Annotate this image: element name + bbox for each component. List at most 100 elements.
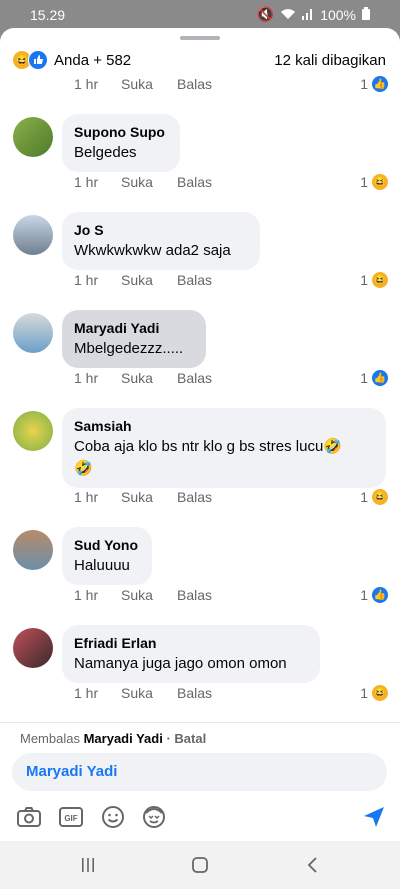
- status-icons: 🔇 100%: [257, 6, 370, 23]
- reaction-count: 1: [360, 174, 368, 190]
- back-icon[interactable]: [297, 853, 327, 877]
- comment-time: 1 hr: [74, 370, 99, 386]
- reaction-count: 1: [360, 587, 368, 603]
- avatar[interactable]: [13, 117, 53, 157]
- avatar[interactable]: [13, 628, 53, 668]
- comment-actions: 1 hr Suka Balas: [74, 370, 212, 386]
- composer-toolbar: GIF: [0, 799, 400, 839]
- commenter-name[interactable]: Sud Yono: [74, 535, 140, 555]
- gif-icon[interactable]: GIF: [57, 803, 85, 831]
- shares-count[interactable]: 12 kali dibagikan: [274, 52, 386, 69]
- battery-icon: [362, 6, 370, 23]
- comment-reactions[interactable]: 1 😆: [360, 685, 388, 701]
- android-nav-bar: [0, 841, 400, 889]
- comment-reactions[interactable]: 1 👍: [360, 587, 388, 603]
- comment-actions: 1 hr Suka Balas: [74, 685, 212, 701]
- comment-bubble[interactable]: Supono Supo Belgedes: [62, 114, 180, 172]
- comment-reactions[interactable]: 1 😆: [360, 489, 388, 505]
- comment-reactions[interactable]: 1 👍: [360, 76, 388, 92]
- like-action[interactable]: Suka: [121, 272, 177, 288]
- haha-icon: 😆: [372, 685, 388, 701]
- reply-action[interactable]: Balas: [177, 370, 212, 386]
- replying-to-label: Membalas Maryadi Yadi · Batal: [20, 731, 206, 746]
- comment-text: Coba aja klo bs ntr klo g bs stres lucu🤣: [74, 438, 342, 455]
- commenter-name[interactable]: Efriadi Erlan: [74, 633, 308, 653]
- avatar[interactable]: [13, 530, 53, 570]
- like-icon: 👍: [372, 587, 388, 603]
- comment-reactions[interactable]: 1 😆: [360, 174, 388, 190]
- comment-text: Haluuuu: [74, 557, 130, 574]
- comment-bubble[interactable]: Efriadi Erlan Namanya juga jago omon omo…: [62, 625, 320, 683]
- haha-icon: 😆: [372, 174, 388, 190]
- comment-bubble[interactable]: Maryadi Yadi Mbelgedezzz.....: [62, 310, 206, 368]
- like-action[interactable]: Suka: [121, 370, 177, 386]
- status-time: 15.29: [30, 7, 66, 23]
- replying-prefix: Membalas: [20, 731, 80, 746]
- cancel-reply-button[interactable]: · Batal: [166, 731, 206, 746]
- reaction-count: 1: [360, 76, 368, 92]
- reply-action[interactable]: Balas: [177, 76, 212, 92]
- wifi-icon: [280, 7, 296, 23]
- reply-action[interactable]: Balas: [177, 174, 212, 190]
- haha-icon: 😆: [372, 489, 388, 505]
- comment-actions: 1 hr Suka Balas: [74, 76, 212, 92]
- avatar-sticker-icon[interactable]: [140, 803, 168, 831]
- comment-time: 1 hr: [74, 76, 99, 92]
- reply-action[interactable]: Balas: [177, 587, 212, 603]
- home-icon[interactable]: [185, 853, 215, 877]
- like-action[interactable]: Suka: [121, 76, 177, 92]
- commenter-name[interactable]: Jo S: [74, 220, 248, 240]
- like-action[interactable]: Suka: [121, 489, 177, 505]
- send-icon[interactable]: [360, 803, 388, 831]
- comments-sheet: 😆 Anda + 582 12 kali dibagikan 1 hr Suka…: [0, 28, 400, 889]
- comment-bubble[interactable]: Samsiah Coba aja klo bs ntr klo g bs str…: [62, 408, 386, 488]
- like-icon: 👍: [372, 76, 388, 92]
- reactions-summary[interactable]: 😆 Anda + 582: [12, 50, 131, 70]
- comment-actions: 1 hr Suka Balas: [74, 272, 212, 288]
- reactions-count: Anda + 582: [54, 51, 132, 69]
- comment-actions: 1 hr Suka Balas: [74, 174, 212, 190]
- drag-handle[interactable]: [180, 36, 220, 40]
- like-action[interactable]: Suka: [121, 174, 177, 190]
- reply-composer: Membalas Maryadi Yadi · Batal Maryadi Ya…: [0, 722, 400, 889]
- comment-actions: 1 hr Suka Balas: [74, 587, 212, 603]
- recent-apps-icon[interactable]: [73, 853, 103, 877]
- reply-action[interactable]: Balas: [177, 489, 212, 505]
- comment-time: 1 hr: [74, 174, 99, 190]
- comment-reactions[interactable]: 1 😆: [360, 272, 388, 288]
- like-action[interactable]: Suka: [121, 685, 177, 701]
- reaction-count: 1: [360, 272, 368, 288]
- comment-time: 1 hr: [74, 685, 99, 701]
- comment-text: Wkwkwkwkw ada2 saja: [74, 242, 231, 259]
- camera-icon[interactable]: [15, 803, 43, 831]
- comment-reactions[interactable]: 1 👍: [360, 370, 388, 386]
- emoji-icon[interactable]: [99, 803, 127, 831]
- comment-actions: 1 hr Suka Balas: [74, 489, 212, 505]
- input-mention: Maryadi Yadi: [26, 763, 118, 780]
- like-icon: [28, 50, 48, 70]
- comment-time: 1 hr: [74, 587, 99, 603]
- like-action[interactable]: Suka: [121, 587, 177, 603]
- comment-text: Namanya juga jago omon omon: [74, 655, 287, 672]
- reply-action[interactable]: Balas: [177, 272, 212, 288]
- battery-level: 100%: [320, 6, 356, 23]
- reaction-count: 1: [360, 370, 368, 386]
- comment-text-line2: 🤣: [74, 460, 93, 477]
- commenter-name[interactable]: Supono Supo: [74, 122, 168, 142]
- comment-time: 1 hr: [74, 272, 99, 288]
- avatar[interactable]: [13, 215, 53, 255]
- comment-input[interactable]: Maryadi Yadi: [12, 753, 387, 791]
- commenter-name[interactable]: Maryadi Yadi: [74, 318, 194, 338]
- comment-bubble[interactable]: Jo S Wkwkwkwkw ada2 saja: [62, 212, 260, 270]
- comment-text: Mbelgedezzz.....: [74, 340, 184, 357]
- comment-time: 1 hr: [74, 489, 99, 505]
- status-bar: 15.29 🔇 100%: [0, 0, 400, 30]
- comment-bubble[interactable]: Sud Yono Haluuuu: [62, 527, 152, 585]
- avatar[interactable]: [13, 313, 53, 353]
- reactions-header: 😆 Anda + 582 12 kali dibagikan: [0, 46, 400, 72]
- avatar[interactable]: [13, 411, 53, 451]
- reaction-count: 1: [360, 489, 368, 505]
- commenter-name[interactable]: Samsiah: [74, 416, 374, 436]
- svg-text:GIF: GIF: [64, 814, 77, 823]
- reply-action[interactable]: Balas: [177, 685, 212, 701]
